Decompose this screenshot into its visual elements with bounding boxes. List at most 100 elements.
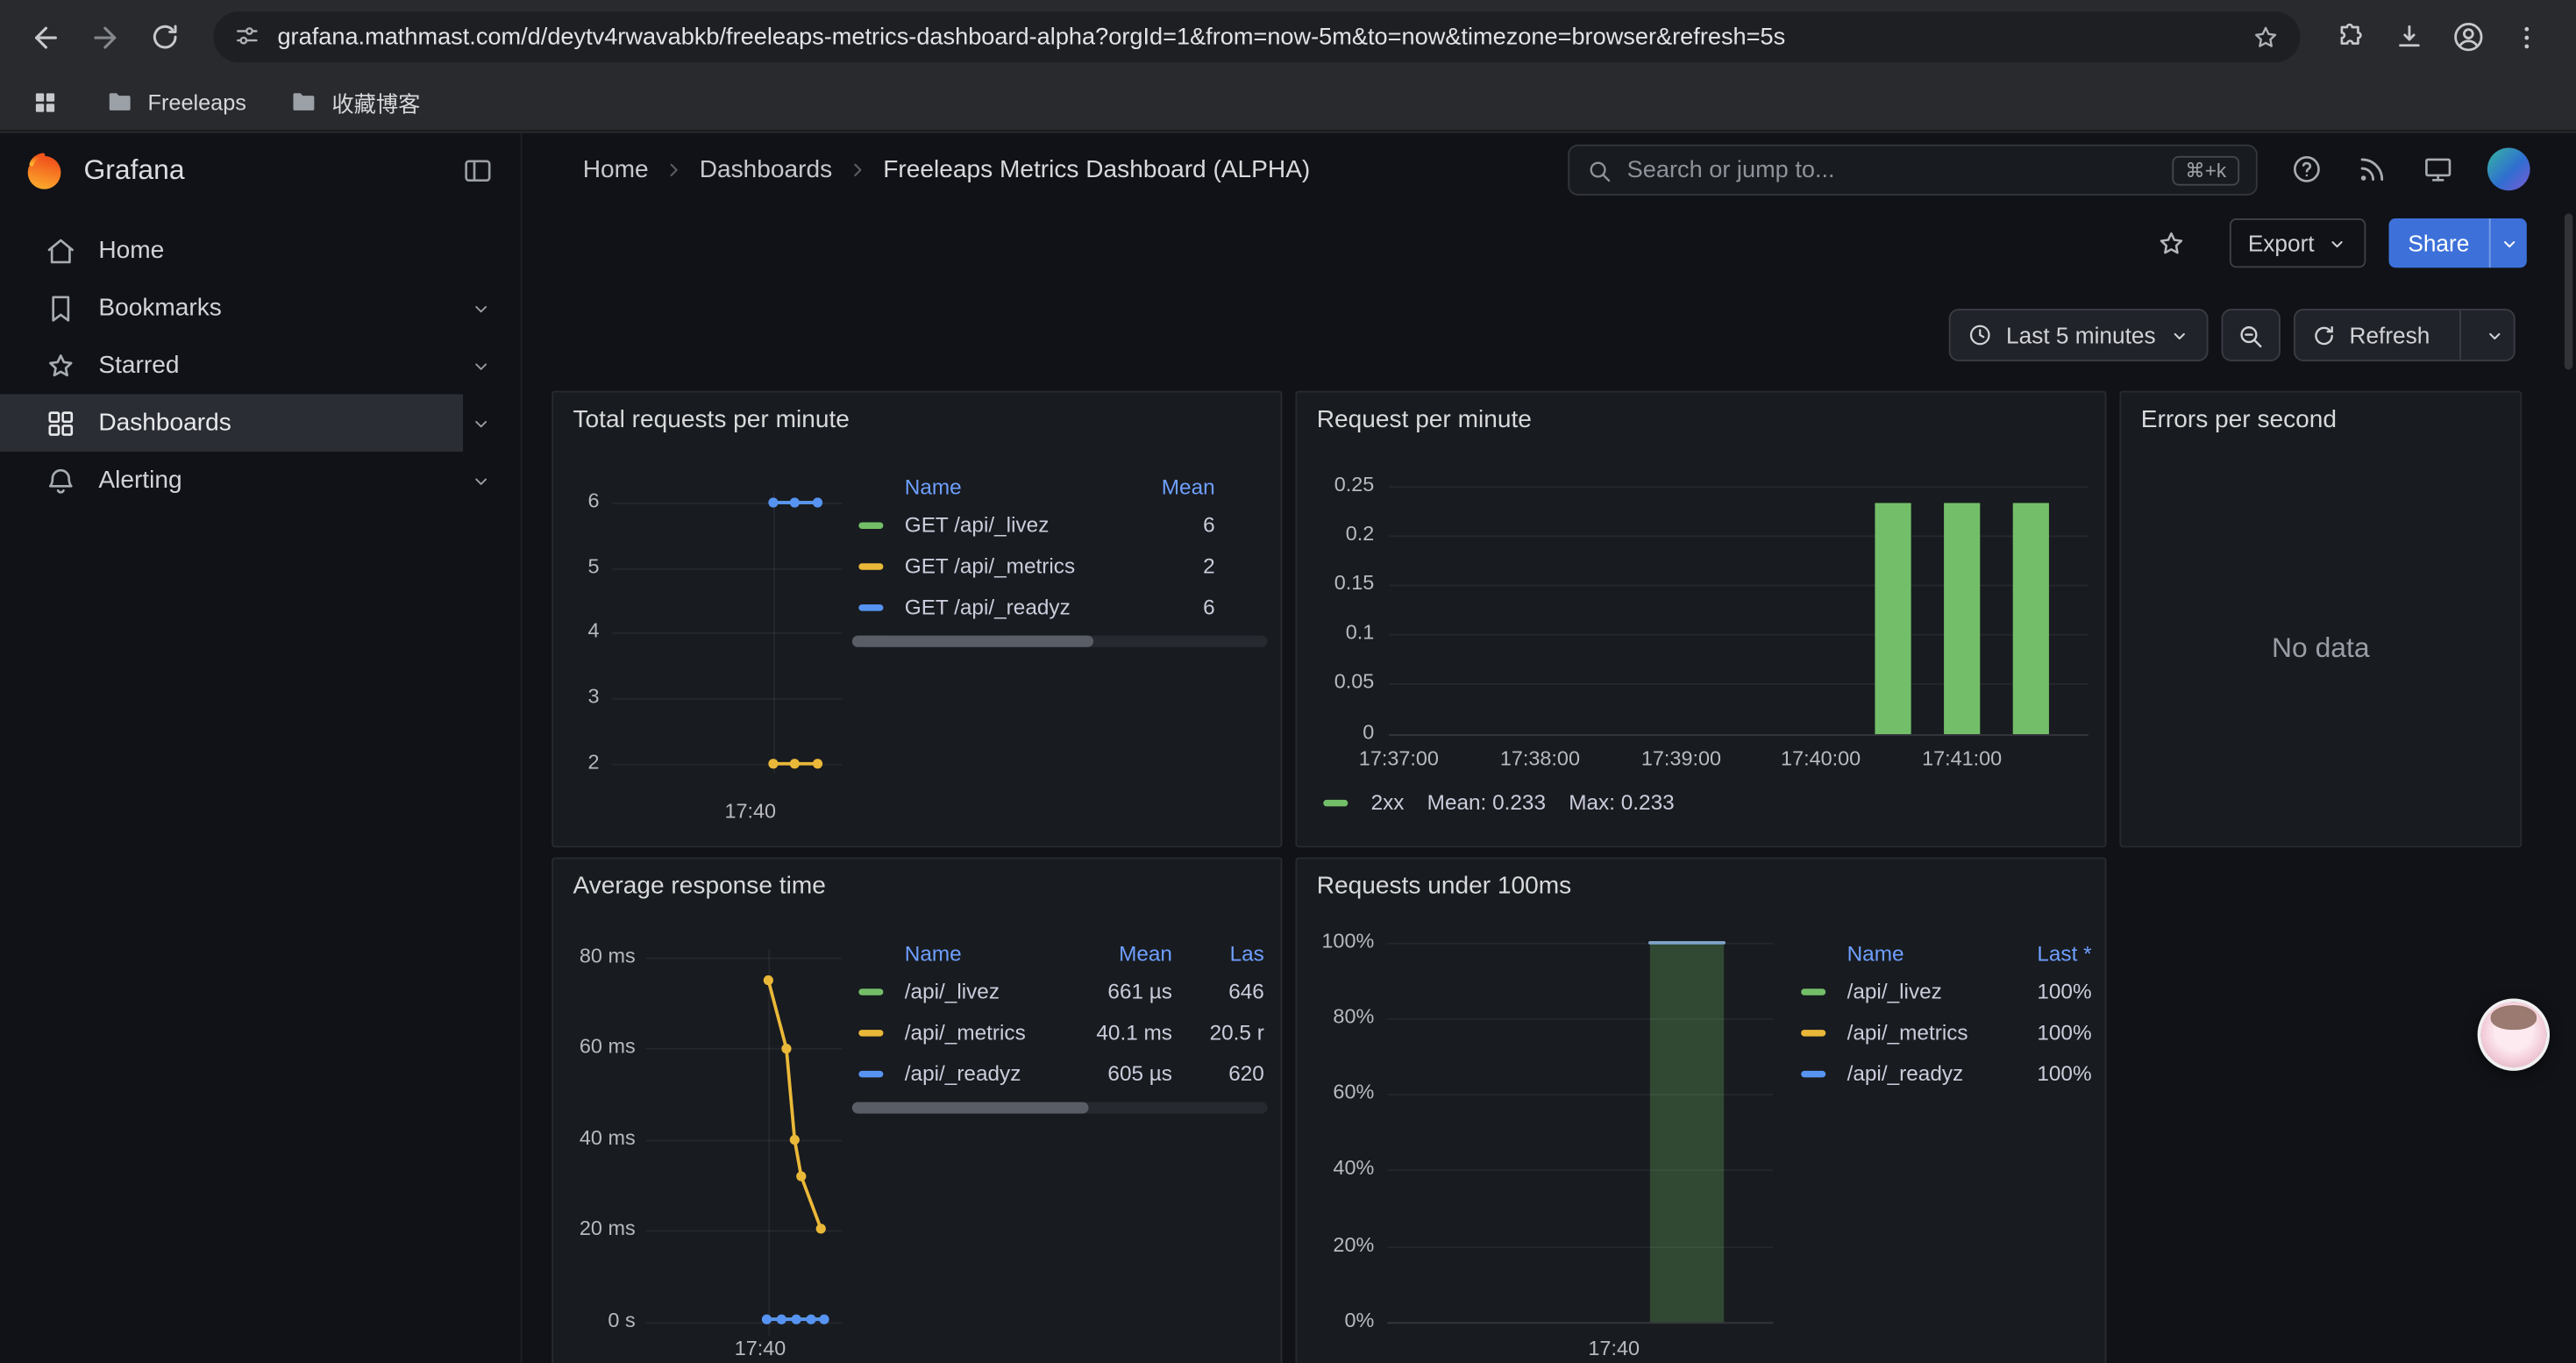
chevron-right-icon [847, 159, 868, 180]
bookmark-star-icon[interactable] [2251, 22, 2281, 52]
sidebar-item-starred[interactable]: Starred [0, 337, 521, 395]
main-area: Home Dashboards Freeleaps Metrics Dashbo… [522, 133, 2576, 1363]
page-scrollbar[interactable] [2565, 213, 2572, 369]
legend-series-name[interactable]: /api/_readyz [905, 1061, 1064, 1086]
sidebar-item-bookmarks[interactable]: Bookmarks [0, 279, 521, 337]
series-color-dash [1801, 1070, 1825, 1076]
legend-series-name[interactable]: /api/_livez [905, 979, 1064, 1003]
sidebar-item-home[interactable]: Home [0, 222, 521, 280]
kiosk-button[interactable] [2422, 153, 2454, 185]
legend-series-name[interactable]: /api/_livez [1847, 979, 1987, 1003]
url-text[interactable]: grafana.mathmast.com/d/deytv4rwavabkb/fr… [277, 24, 2234, 50]
legend-table: NameLast */api/_livez100%/api/_metrics10… [1795, 934, 2105, 1094]
bookmark-Freeleaps[interactable]: Freeleaps [105, 85, 246, 118]
screen: grafana.mathmast.com/d/deytv4rwavabkb/fr… [0, 0, 2576, 1363]
panel-title[interactable]: Requests under 100ms [1317, 872, 1571, 900]
sidebar-item-dashboards[interactable]: Dashboards [0, 394, 521, 452]
star-icon [2156, 227, 2188, 259]
profile-icon [2451, 19, 2485, 54]
panel-title[interactable]: Total requests per minute [573, 406, 850, 434]
folder-icon [105, 87, 135, 117]
sidebar-collapse-button[interactable] [458, 150, 497, 189]
breadcrumb-home[interactable]: Home [583, 155, 649, 183]
user-avatar[interactable] [2487, 148, 2530, 191]
zoom-out-time-button[interactable] [2221, 309, 2280, 361]
url-bar[interactable]: grafana.mathmast.com/d/deytv4rwavabkb/fr… [213, 11, 2300, 62]
legend-scrollbar[interactable] [852, 1102, 1268, 1113]
chart-area: 100%80%60%40%20%0%17:40NameLast */api/_l… [1297, 859, 2104, 1363]
legend-value: 661 µs [1074, 979, 1172, 1003]
monitor-icon [2422, 153, 2454, 185]
legend-column-header[interactable]: Name [1847, 940, 1987, 965]
forward-button[interactable] [75, 9, 134, 65]
refresh-button[interactable]: Refresh [2294, 309, 2516, 361]
magnifier-minus-icon [2237, 321, 2265, 349]
expand-chevron[interactable] [470, 296, 493, 319]
chat-widget-avatar[interactable] [2478, 998, 2550, 1070]
legend-series-name[interactable]: 2xx [1371, 790, 1405, 815]
reload-button[interactable] [135, 9, 194, 65]
download-icon [2393, 21, 2424, 53]
share-button[interactable]: Share [2388, 218, 2527, 268]
legend-column-header[interactable]: Name [905, 474, 1114, 498]
home-icon [45, 234, 77, 267]
legend-series-name[interactable]: /api/_metrics [1847, 1020, 1987, 1045]
expand-chevron[interactable] [470, 354, 493, 377]
bookmark-icon [45, 291, 77, 324]
rss-icon [2356, 153, 2388, 185]
time-range-picker[interactable]: Last 5 minutes [1949, 309, 2209, 361]
legend-scrollbar[interactable] [852, 636, 1268, 647]
news-button[interactable] [2356, 153, 2388, 185]
search-icon [1586, 157, 1612, 183]
expand-chevron[interactable] [470, 469, 493, 492]
bookmark-收藏博客[interactable]: 收藏博客 [289, 85, 421, 118]
legend-series-name[interactable]: GET /api/_readyz [905, 595, 1114, 619]
legend-series-name[interactable]: GET /api/_metrics [905, 553, 1114, 578]
panel-title[interactable]: Errors per second [2141, 406, 2337, 434]
legend-header: Name Mean [852, 468, 1268, 504]
grafana-logo-icon [23, 148, 66, 191]
favorite-dashboard-button[interactable] [2156, 227, 2188, 259]
legend-series-name[interactable]: GET /api/_livez [905, 512, 1114, 537]
export-button[interactable]: Export [2230, 218, 2365, 268]
chart-area: 0.250.20.150.10.05017:37:0017:38:0017:39… [1297, 393, 2104, 846]
expand-chevron[interactable] [470, 411, 493, 434]
chevron-down-icon [2169, 325, 2190, 346]
refresh-interval-button[interactable] [2474, 325, 2514, 346]
legend-series-name[interactable]: /api/_metrics [905, 1020, 1064, 1045]
back-button[interactable] [17, 9, 75, 65]
breadcrumb-dashboards[interactable]: Dashboards [700, 155, 832, 183]
legend-series-name[interactable]: /api/_readyz [1847, 1061, 1987, 1086]
help-circle-icon [2290, 153, 2323, 185]
legend-value: 620 [1182, 1061, 1264, 1086]
share-label[interactable]: Share [2388, 218, 2489, 268]
legend-column-header[interactable]: Mean [1074, 940, 1172, 965]
legend-header: Name Mean Las [852, 934, 1268, 970]
extensions-button[interactable] [2320, 9, 2379, 65]
panel-title[interactable]: Request per minute [1317, 406, 1532, 434]
panel-requests-under-100ms: 100%80%60%40%20%0%17:40NameLast */api/_l… [1295, 857, 2106, 1363]
help-button[interactable] [2290, 153, 2323, 185]
bell-icon [45, 464, 77, 496]
downloads-button[interactable] [2379, 9, 2437, 65]
scrollbar-thumb[interactable] [852, 1102, 1089, 1113]
share-menu-button[interactable] [2491, 218, 2527, 268]
apps-button[interactable] [23, 74, 66, 130]
sidebar-item-alerting[interactable]: Alerting [0, 452, 521, 510]
legend-column-header[interactable]: Name [905, 940, 1064, 965]
browser-menu-button[interactable] [2497, 9, 2556, 65]
search-input[interactable]: Search or jump to... ⌘+k [1568, 145, 2257, 196]
chart-area: 80 ms60 ms40 ms20 ms0 s17:40NameMeanLas/… [553, 859, 1281, 1363]
profile-button[interactable] [2438, 9, 2497, 65]
legend-column-header[interactable]: Mean [1123, 474, 1215, 498]
panel-title[interactable]: Average response time [573, 872, 826, 900]
series-color-dash [1323, 799, 1348, 805]
kebab-menu-icon [2512, 22, 2542, 52]
scrollbar-thumb[interactable] [852, 636, 1093, 647]
legend-column-header[interactable]: Las [1182, 940, 1264, 965]
sidebar-item-label: Alerting [98, 467, 181, 495]
bookmarks-bar: Freeleaps 收藏博客 [0, 74, 2576, 132]
legend-column-header[interactable]: Last * [1996, 940, 2092, 965]
legend-row: GET /api/_readyz6 [852, 586, 1268, 627]
site-settings-icon[interactable] [233, 23, 261, 51]
